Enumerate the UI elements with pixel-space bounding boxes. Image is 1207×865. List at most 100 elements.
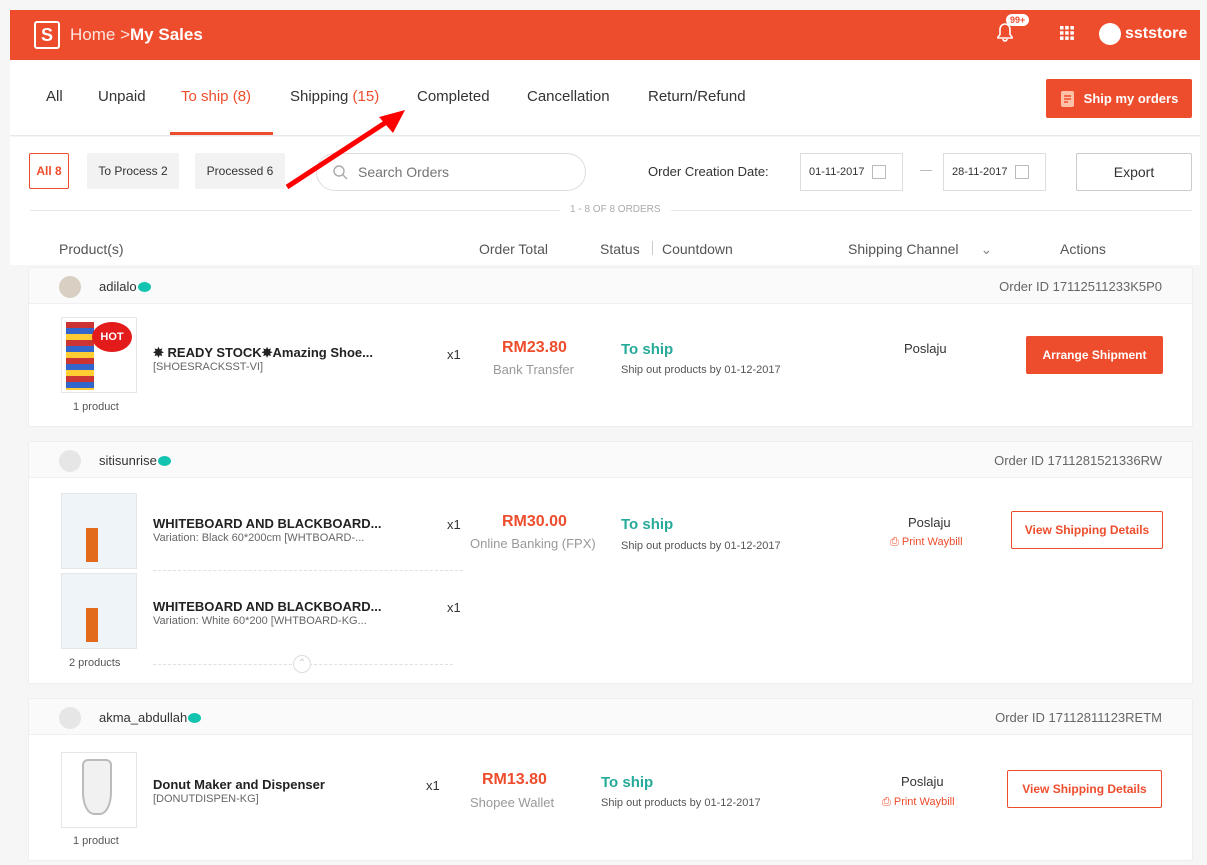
product-thumbnail[interactable]: [61, 493, 137, 569]
notification-badge: 99+: [1006, 14, 1030, 26]
buyer-name[interactable]: akma_abdullah: [99, 710, 202, 725]
breadcrumb: Home >My Sales: [70, 25, 203, 45]
export-button[interactable]: Export: [1076, 153, 1192, 191]
order-count-divider: 1 - 8 OF 8 ORDERS: [30, 204, 1192, 215]
date-from-picker[interactable]: 01-11-2017: [800, 153, 903, 191]
annotation-arrow: [285, 110, 405, 190]
hot-text: HOT: [100, 331, 124, 343]
product-name[interactable]: Donut Maker and Dispenser: [153, 777, 325, 792]
tab-label: Unpaid: [98, 88, 146, 105]
top-bar: S Home >My Sales 99+ sststore: [10, 10, 1200, 60]
buyer-avatar: [59, 276, 81, 298]
product-thumbnail[interactable]: [61, 573, 137, 649]
user-avatar[interactable]: [1099, 23, 1121, 45]
product-image: [86, 528, 98, 562]
order-card: adilalo Order ID 17112511233K5P0 HOT ✸ R…: [28, 267, 1193, 427]
payment-method: Bank Transfer: [493, 362, 574, 377]
filter-processed[interactable]: Processed 6: [195, 153, 285, 189]
shipping-channel: Poslaju: [904, 341, 947, 356]
shipping-channel-dropdown[interactable]: Shipping Channel ⌄: [848, 241, 992, 258]
collapse-icon[interactable]: ⌃: [293, 655, 311, 673]
tab-label: All: [46, 88, 63, 105]
column-order-total: Order Total: [479, 241, 548, 257]
username[interactable]: sststore: [1125, 25, 1187, 43]
order-header: adilalo Order ID 17112511233K5P0: [29, 268, 1192, 304]
print-waybill-link[interactable]: ⎙ Print Waybill: [882, 796, 955, 809]
apps-grid-icon[interactable]: [1060, 26, 1074, 40]
tab-to-ship[interactable]: To ship (8): [181, 88, 251, 105]
ship-by-date: Ship out products by 01-12-2017: [621, 540, 781, 552]
order-total: RM30.00: [502, 513, 567, 530]
order-id: Order ID 17112811123RETM: [995, 710, 1162, 725]
shopee-logo[interactable]: S: [34, 21, 60, 49]
product-name[interactable]: ✸ READY STOCK✸Amazing Shoe...: [153, 345, 373, 361]
order-card: akma_abdullah Order ID 17112811123RETM D…: [28, 698, 1193, 861]
buyer-name[interactable]: sitisunrise: [99, 453, 171, 468]
arrange-shipment-button[interactable]: Arrange Shipment: [1026, 336, 1163, 374]
payment-method: Shopee Wallet: [470, 795, 555, 810]
bell-icon[interactable]: [996, 23, 1014, 43]
filter-to-process[interactable]: To Process 2: [87, 153, 179, 189]
breadcrumb-home[interactable]: Home: [70, 25, 115, 44]
chat-icon[interactable]: [157, 456, 171, 466]
product-name[interactable]: WHITEBOARD AND BLACKBOARD...: [153, 599, 381, 614]
buyer-avatar: [59, 707, 81, 729]
tab-label: Shipping: [290, 88, 349, 105]
product-count: 1 product: [73, 835, 119, 847]
column-status: Status: [600, 241, 640, 257]
order-total: RM13.80: [482, 771, 547, 788]
order-header: akma_abdullah Order ID 17112811123RETM: [29, 699, 1192, 735]
view-shipping-details-button[interactable]: View Shipping Details: [1007, 770, 1162, 808]
column-separator: [652, 241, 653, 255]
buyer-name[interactable]: adilalo: [99, 279, 151, 294]
calendar-icon: [1015, 165, 1030, 179]
calendar-icon: [872, 165, 887, 179]
product-name[interactable]: WHITEBOARD AND BLACKBOARD...: [153, 516, 381, 531]
product-count: 2 products: [69, 657, 121, 669]
tab-unpaid[interactable]: Unpaid: [98, 88, 146, 105]
product-thumbnail[interactable]: [61, 752, 137, 828]
view-shipping-details-button[interactable]: View Shipping Details: [1011, 511, 1163, 549]
buyer-avatar: [59, 450, 81, 472]
order-status: To ship: [621, 516, 674, 533]
buyer-name-text: sitisunrise: [99, 453, 157, 468]
order-card: sitisunrise Order ID 1711281521336RW WHI…: [28, 441, 1193, 684]
filter-all[interactable]: All 8: [29, 153, 69, 189]
print-waybill-link[interactable]: ⎙ Print Waybill: [890, 536, 963, 549]
chat-icon[interactable]: [137, 282, 151, 292]
buyer-name-text: akma_abdullah: [99, 710, 188, 725]
product-qty: x1: [447, 517, 461, 532]
tab-return-refund[interactable]: Return/Refund: [648, 88, 746, 105]
column-countdown: Countdown: [662, 241, 733, 257]
tab-completed[interactable]: Completed: [417, 88, 490, 105]
printer-icon: ⎙: [890, 536, 902, 548]
tab-cancellation[interactable]: Cancellation: [527, 88, 610, 105]
order-count: 1 - 8 OF 8 ORDERS: [560, 204, 671, 215]
order-id: Order ID 17112511233K5P0: [999, 279, 1162, 294]
product-thumbnail[interactable]: HOT: [61, 317, 137, 393]
tab-all[interactable]: All: [46, 88, 63, 105]
printer-icon: ⎙: [882, 796, 894, 808]
print-waybill-label: Print Waybill: [893, 796, 955, 808]
ship-my-orders-button[interactable]: Ship my orders: [1046, 79, 1192, 118]
hot-sticker: HOT: [92, 322, 132, 352]
order-id: Order ID 1711281521336RW: [994, 453, 1162, 468]
product-qty: x1: [426, 778, 440, 793]
item-divider: [153, 570, 463, 571]
shipping-channel: Poslaju: [901, 774, 944, 789]
tab-shipping[interactable]: Shipping (15): [290, 88, 379, 105]
tab-label: To ship: [181, 88, 229, 105]
product-qty: x1: [447, 600, 461, 615]
product-variation: Variation: Black 60*200cm [WHTBOARD-...: [153, 532, 365, 544]
buyer-name-text: adilalo: [99, 279, 137, 294]
date-to-picker[interactable]: 28-11-2017: [943, 153, 1046, 191]
order-tabs: All Unpaid To ship (8) Shipping (15) Com…: [10, 60, 1200, 136]
product-sku: [DONUTDISPEN-KG]: [153, 793, 259, 805]
chat-icon[interactable]: [188, 713, 202, 723]
product-image: [66, 322, 94, 390]
order-status: To ship: [621, 341, 674, 358]
order-total: RM23.80: [502, 339, 567, 356]
active-tab-indicator: [170, 132, 273, 135]
order-header: sitisunrise Order ID 1711281521336RW: [29, 442, 1192, 478]
date-label: Order Creation Date:: [648, 164, 769, 179]
